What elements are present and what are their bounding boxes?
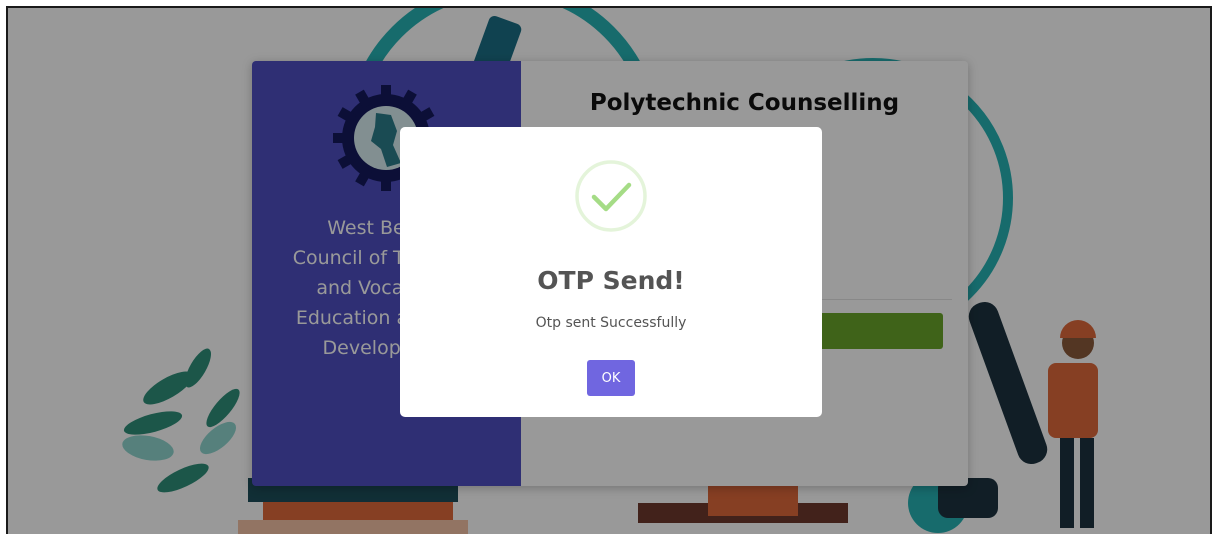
success-check-icon [575, 160, 647, 232]
otp-success-dialog: OTP Send! Otp sent Successfully OK [400, 127, 822, 417]
dialog-message: Otp sent Successfully [535, 315, 687, 331]
ok-button[interactable]: OK [587, 360, 635, 396]
dialog-title: OTP Send! [537, 266, 685, 295]
browser-viewport: West Bengal Council of Technical and Voc… [6, 6, 1212, 534]
